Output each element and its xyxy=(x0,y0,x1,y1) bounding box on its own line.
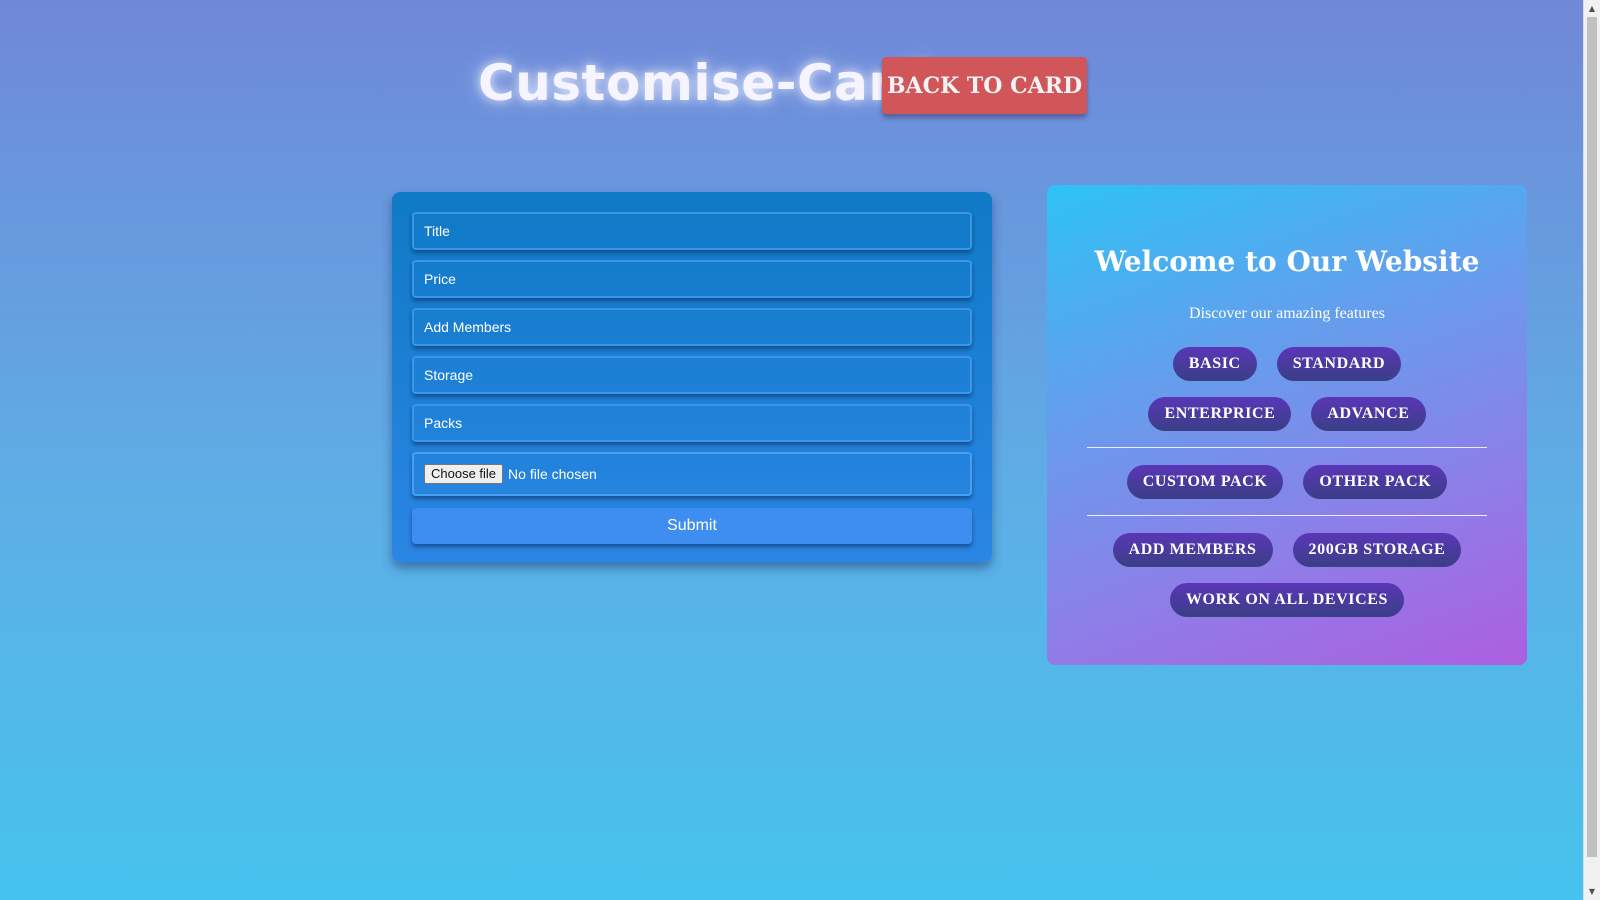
scrollbar-thumb[interactable] xyxy=(1587,17,1597,857)
customise-form: Choose file No file chosen Submit xyxy=(392,192,992,562)
choose-file-button[interactable]: Choose file xyxy=(424,464,504,484)
submit-button[interactable]: Submit xyxy=(412,508,972,544)
file-status-text: No file chosen xyxy=(508,466,597,482)
add-members-input[interactable] xyxy=(412,308,972,346)
plan-advance-button[interactable]: ADVANCE xyxy=(1311,397,1426,431)
packs-input[interactable] xyxy=(412,404,972,442)
vertical-scrollbar[interactable]: ▲ ▼ xyxy=(1583,0,1600,900)
plan-standard-button[interactable]: STANDARD xyxy=(1276,347,1402,381)
storage-input[interactable] xyxy=(412,356,972,394)
card-preview: Welcome to Our Website Discover our amaz… xyxy=(1047,185,1527,665)
scroll-up-arrow-icon[interactable]: ▲ xyxy=(1584,0,1600,17)
preview-heading: Welcome to Our Website xyxy=(1094,245,1480,278)
file-upload-field[interactable]: Choose file No file chosen xyxy=(412,452,972,496)
price-input[interactable] xyxy=(412,260,972,298)
other-pack-button[interactable]: OTHER PACK xyxy=(1303,465,1448,499)
back-to-card-button[interactable]: BACK TO CARD xyxy=(882,57,1087,114)
feature-all-devices-button[interactable]: WORK ON ALL DEVICES xyxy=(1169,583,1405,617)
page-title: Customise-Card xyxy=(478,54,930,112)
scroll-down-arrow-icon[interactable]: ▼ xyxy=(1584,883,1600,900)
pack-row: CUSTOM PACK OTHER PACK xyxy=(1047,465,1527,499)
feature-row-1: ADD MEMBERS 200GB STORAGE xyxy=(1047,533,1527,567)
feature-add-members-button[interactable]: ADD MEMBERS xyxy=(1112,533,1273,567)
feature-storage-button[interactable]: 200GB STORAGE xyxy=(1292,533,1462,567)
plan-basic-button[interactable]: BASIC xyxy=(1172,347,1257,381)
custom-pack-button[interactable]: CUSTOM PACK xyxy=(1126,465,1284,499)
preview-subtitle: Discover our amazing features xyxy=(1189,305,1385,322)
plan-row-2: ENTERPRICE ADVANCE xyxy=(1047,397,1527,431)
plan-row-1: BASIC STANDARD xyxy=(1047,347,1527,381)
divider xyxy=(1087,447,1487,448)
feature-row-2: WORK ON ALL DEVICES xyxy=(1047,583,1527,617)
divider xyxy=(1087,515,1487,516)
title-input[interactable] xyxy=(412,212,972,250)
plan-enterprice-button[interactable]: ENTERPRICE xyxy=(1148,397,1292,431)
